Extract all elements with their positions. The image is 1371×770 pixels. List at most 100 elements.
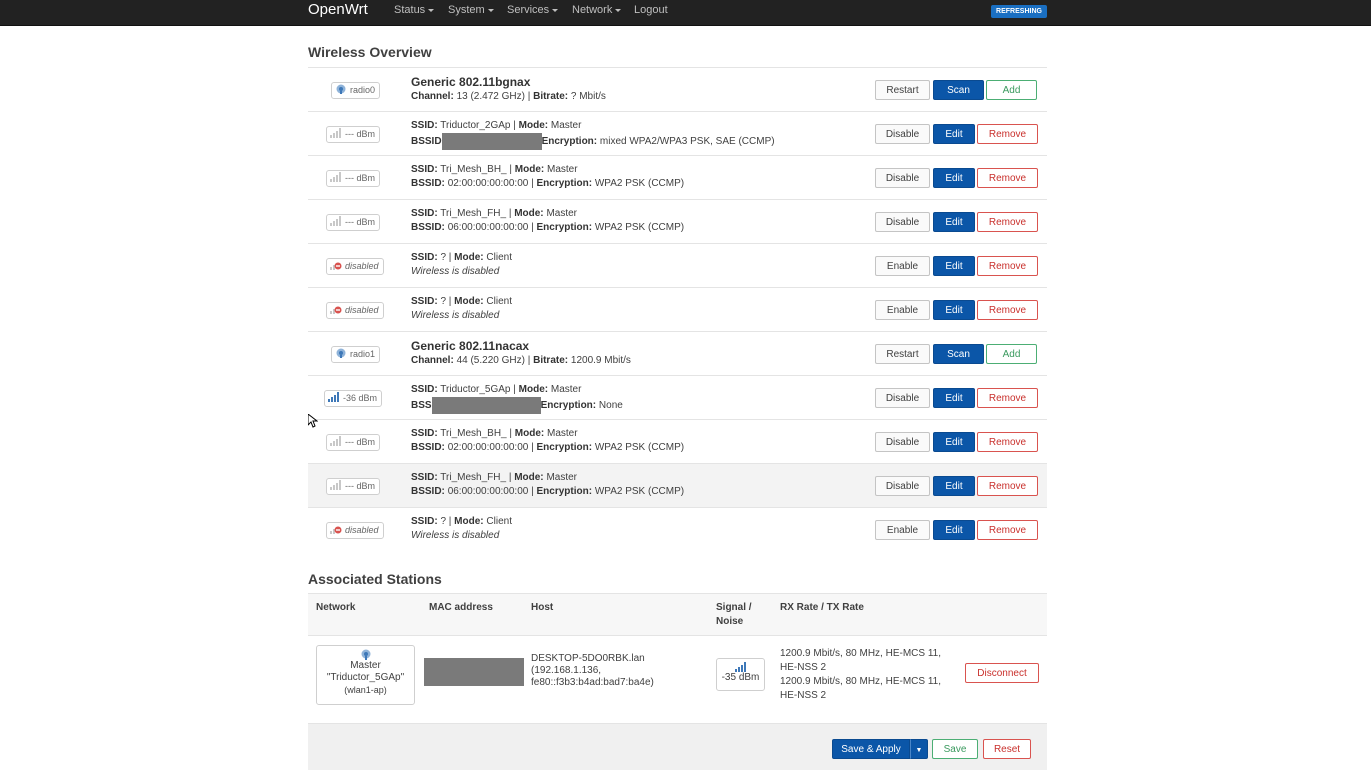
menu-system[interactable]: System [448,4,494,16]
wifi-disabled-icon [330,306,342,314]
ssid-label: SSID: [411,208,438,219]
enable-button[interactable]: Enable [875,520,930,540]
mode-value: Master [547,164,578,175]
edit-button[interactable]: Edit [933,300,975,320]
signal-value: --- dBm [345,481,375,491]
remove-button[interactable]: Remove [977,300,1038,320]
remove-button[interactable]: Remove [977,124,1038,144]
edit-button[interactable]: Edit [933,388,975,408]
signal-value: --- dBm [345,173,375,183]
signal-badge: --- dBm [326,126,380,143]
edit-button[interactable]: Edit [933,432,975,452]
signal-badge: --- dBm [326,214,380,231]
menu-status[interactable]: Status [394,4,435,16]
edit-button[interactable]: Edit [933,168,975,188]
remove-button[interactable]: Remove [977,520,1038,540]
disconnect-button[interactable]: Disconnect [965,663,1039,683]
disabled-note: Wireless is disabled [411,530,500,541]
mode-label: Mode: [454,252,484,263]
edit-button[interactable]: Edit [933,256,975,276]
remove-button[interactable]: Remove [977,476,1038,496]
remove-button[interactable]: Remove [977,432,1038,452]
wifi-network-row: disabled SSID: ? | Mode: Client Wireless i… [308,287,1047,332]
radio-badge-label: radio1 [350,349,376,359]
enable-button[interactable]: Enable [875,256,930,276]
redacted-bssid [431,397,541,414]
station-iface: (wlan1-ap) [344,685,387,695]
encryption-label: Encryption: [536,178,593,189]
add-button[interactable]: Add [986,344,1037,364]
bssid-value: 02:00:00:00:00:00 [447,178,529,189]
edit-button[interactable]: Edit [933,520,975,540]
bitrate-value: 1200.9 Mbit/s [570,355,631,366]
remove-button[interactable]: Remove [977,256,1038,276]
signal-strength-icon [328,392,339,402]
menu-logout[interactable]: Logout [634,4,668,16]
signal-value: disabled [345,305,379,315]
disable-button[interactable]: Disable [875,432,930,452]
chevron-down-icon [552,8,559,12]
mode-value: Client [486,516,512,527]
remove-button[interactable]: Remove [977,212,1038,232]
save-apply-dropdown[interactable]: ▼ [910,739,928,759]
refreshing-indicator[interactable]: REFRESHING [991,5,1047,18]
enable-button[interactable]: Enable [875,300,930,320]
disable-button[interactable]: Disable [875,388,930,408]
bssid-value: 02:00:00:00:00:00 [447,442,529,453]
save-apply-button[interactable]: Save & Apply [832,739,910,759]
disable-button[interactable]: Disable [875,124,930,144]
reset-button[interactable]: Reset [983,739,1031,759]
edit-button[interactable]: Edit [933,124,975,144]
bssid-label: BSSID: [411,486,445,497]
station-signal: -35 dBm [721,672,760,683]
menu-services[interactable]: Services [507,4,559,16]
bssid-label: BSS [411,400,432,412]
edit-button[interactable]: Edit [933,212,975,232]
disabled-note: Wireless is disabled [411,266,500,277]
remove-button[interactable]: Remove [977,388,1038,408]
ssid-line: SSID: ? | Mode: Client [411,296,512,307]
mode-value: Master [547,428,578,439]
save-button[interactable]: Save [932,739,978,759]
redacted-mac [424,658,524,686]
disable-button[interactable]: Disable [875,476,930,496]
ssid-label: SSID: [411,296,438,307]
page-actions-footer: Save & Apply ▼ Save Reset [308,723,1047,770]
encryption-value: WPA2 PSK (CCMP) [594,178,685,189]
restart-button[interactable]: Restart [875,80,930,100]
restart-button[interactable]: Restart [875,344,930,364]
disable-button[interactable]: Disable [875,168,930,188]
radio-badge: radio0 [331,82,381,99]
disable-button[interactable]: Disable [875,212,930,232]
ssid-line: SSID: Tri_Mesh_FH_ | Mode: Master [411,208,577,219]
bssid-label: BSSID [411,136,442,148]
signal-strength-icon [330,436,341,446]
ssid-label: SSID: [411,252,438,263]
bssid-line: BSSID Encryption: mixed WPA2/WPA3 PSK, SA… [411,133,775,150]
edit-button[interactable]: Edit [933,476,975,496]
signal-value: disabled [345,525,379,535]
wifi-network-row: -36 dBm SSID: Triductor_5GAp | Mode: Mast… [308,375,1047,420]
col-signal: Signal / [716,602,752,613]
brand-logo[interactable]: OpenWrt [308,1,368,18]
menu-network[interactable]: Network [572,4,622,16]
ssid-line: SSID: ? | Mode: Client [411,252,512,263]
station-rates: 1200.9 Mbit/s, 80 MHz, HE-MCS 11, HE-NSS… [780,647,941,703]
ssid-value: Tri_Mesh_FH_ [440,208,507,219]
wifi-network-row: disabled SSID: ? | Mode: Client Wireless i… [308,507,1047,552]
mode-label: Mode: [518,384,549,395]
bssid-line: BSSID: 02:00:00:00:00:00 | Encryption: W… [411,178,685,189]
remove-button[interactable]: Remove [977,168,1038,188]
signal-value: -36 dBm [343,393,378,403]
ssid-label: SSID: [411,516,438,527]
encryption-value: WPA2 PSK (CCMP) [594,222,685,233]
ssid-value: ? [440,252,447,263]
add-button[interactable]: Add [986,80,1037,100]
radio-info: Channel: 44 (5.220 GHz) | Bitrate: 1200.… [411,355,631,366]
scan-button[interactable]: Scan [933,80,984,100]
channel-value: 13 (2.472 GHz) [456,91,525,102]
ssid-value: Tri_Mesh_BH_ [440,164,507,175]
signal-badge: --- dBm [326,478,380,495]
signal-value: --- dBm [345,129,375,139]
scan-button[interactable]: Scan [933,344,984,364]
